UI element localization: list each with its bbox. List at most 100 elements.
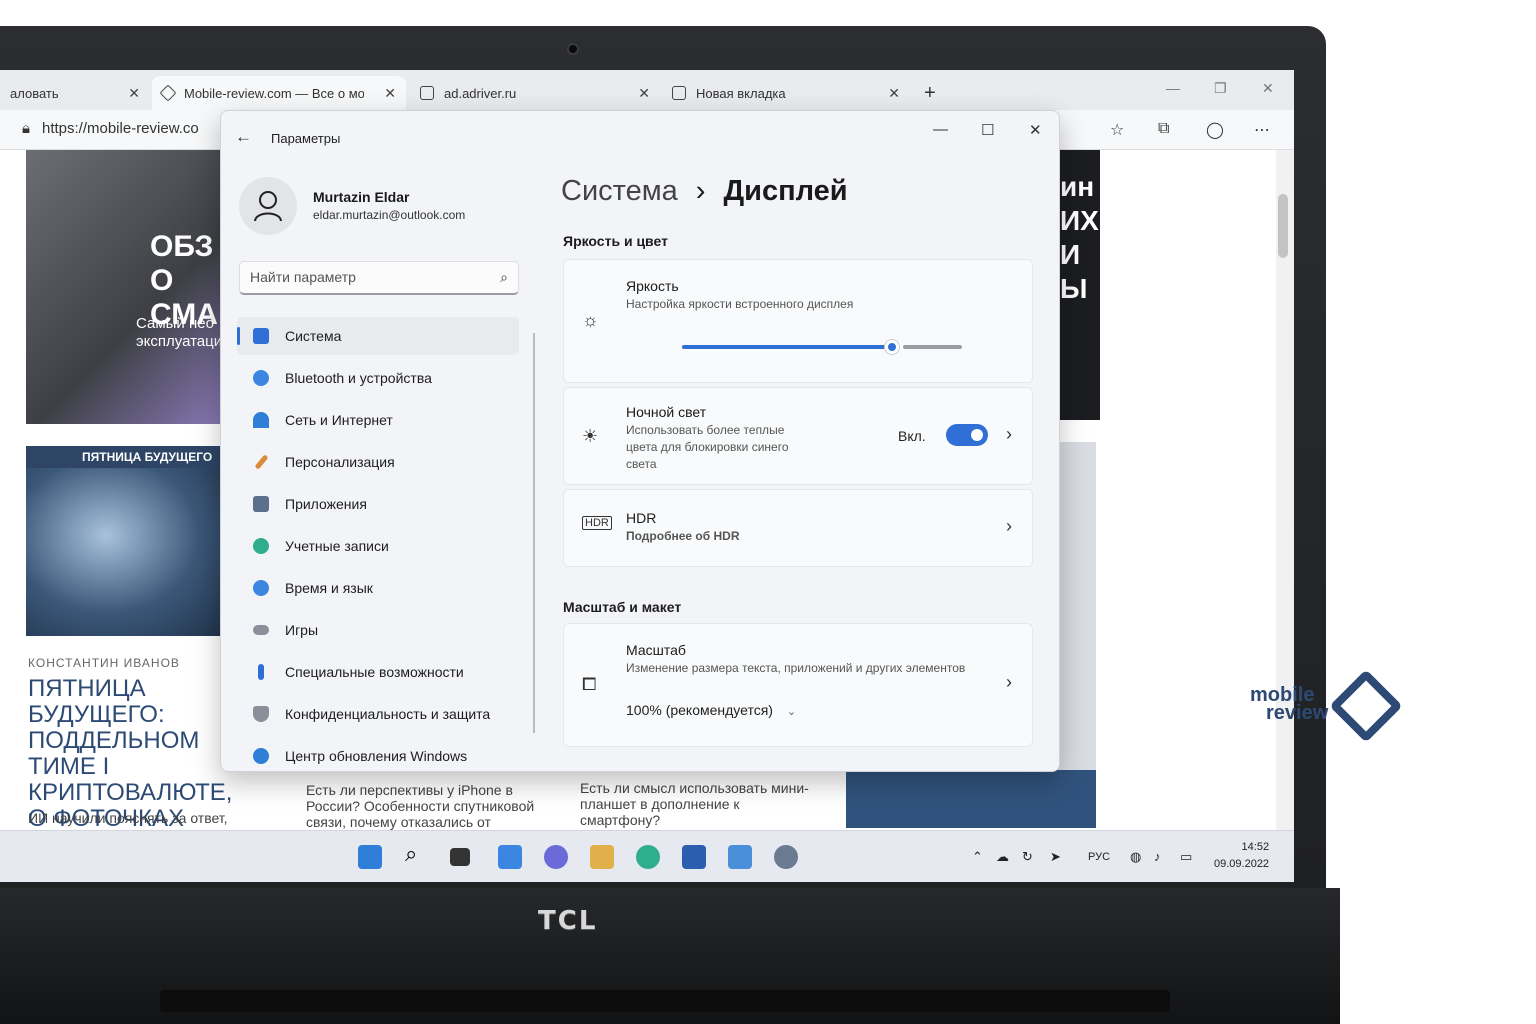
nav-item-accounts[interactable]: Учетные записи [237,527,519,565]
article-author[interactable]: КОНСТАНТИН ИВАНОВ [28,656,180,670]
new-tab-favicon-icon [672,86,686,100]
volume-icon[interactable]: ♪ [1154,849,1161,864]
mobile-review-favicon-icon [159,84,177,102]
close-icon[interactable]: ✕ [384,85,396,102]
language-indicator[interactable]: РУС [1088,851,1110,863]
search-icon[interactable]: ⌕ [405,841,429,866]
nav-item-personalization[interactable]: Персонализация [237,443,519,481]
nav-item-windows-update[interactable]: Центр обновления Windows [237,737,519,771]
restore-icon[interactable]: ❐ [1214,80,1227,97]
scale-card[interactable]: ⧠ Масштаб Изменение размера текста, прил… [563,623,1033,747]
favorites-icon[interactable]: ☆ [1110,120,1124,140]
nav-label: Игры [285,622,319,638]
chevron-up-icon[interactable]: ⌃ [972,849,983,865]
task-view-icon[interactable] [450,848,470,866]
photos-icon[interactable] [728,845,752,869]
url-text: https://mobile-review.co [41,120,199,137]
search-icon[interactable]: ⌕ [500,269,508,286]
user-icon [254,191,282,222]
nav-item-privacy[interactable]: Конфиденциальность и защита [237,695,519,733]
keyboard-image[interactable] [846,770,1096,828]
chevron-right-icon[interactable]: › [1006,424,1012,445]
close-icon[interactable]: ✕ [888,85,900,102]
nav-item-time-language[interactable]: Время и язык [237,569,519,607]
nav-label: Система [285,328,342,344]
brightness-desc: Настройка яркости встроенного дисплея [626,297,854,311]
search-input[interactable] [250,269,480,285]
user-email: eldar.murtazin@outlook.com [313,208,466,222]
watermark-text: mobile review [1250,685,1328,723]
brightness-slider-thumb[interactable] [885,340,899,354]
settings-nav: Система Bluetooth и устройства Сеть и Ин… [237,317,519,771]
more-icon[interactable]: ⋯ [1254,120,1270,140]
minimize-icon[interactable]: — [1166,80,1180,96]
nav-item-system[interactable]: Система [237,317,519,355]
clock[interactable]: 14:52 09.09.2022 [1214,839,1269,873]
settings-search[interactable]: ⌕ [239,261,519,295]
scale-dropdown[interactable]: 100% (рекомендуется) ⌄ [626,702,796,718]
location-icon[interactable]: ➤ [1050,849,1061,865]
browser-tabbar: аловать ✕ Mobile-review.com — Все о мо ✕… [0,70,1294,110]
close-icon[interactable]: ✕ [128,85,140,102]
back-arrow-icon[interactable]: ← [235,127,252,147]
window-title: Параметры [271,131,341,146]
store-icon[interactable] [682,845,706,869]
collections-icon[interactable]: ⧉ [1158,120,1169,138]
new-tab-button[interactable]: + [914,76,944,110]
user-name: Murtazin Eldar [313,189,410,205]
chevron-right-icon[interactable]: › [1006,516,1012,537]
file-explorer-icon[interactable] [590,845,614,869]
hdr-card[interactable]: HDR HDR Подробнее об HDR › [563,489,1033,567]
scale-title: Масштаб [626,642,686,658]
profile-icon[interactable]: ◯ [1206,120,1224,140]
toggle-state-label: Вкл. [898,428,926,444]
nav-item-network[interactable]: Сеть и Интернет [237,401,519,439]
nav-label: Сеть и Интернет [285,412,393,428]
minimize-icon[interactable]: — [933,121,948,138]
maximize-icon[interactable]: ☐ [981,121,994,139]
nav-item-bluetooth[interactable]: Bluetooth и устройства [237,359,519,397]
night-light-icon: ☀ [582,426,599,446]
article-snippet[interactable]: ИИ научили пояснять за ответ, [28,810,258,826]
nav-scrollbar[interactable] [533,333,535,733]
breadcrumb-parent[interactable]: Система [561,175,678,208]
scrollbar-thumb[interactable] [1278,194,1288,258]
side-advert[interactable]: ин ИХ И Ы [1056,150,1100,420]
hdr-link[interactable]: Подробнее об HDR [626,528,740,545]
apps-icon [253,496,269,512]
tab-label: ad.adriver.ru [444,85,517,101]
browser-tab[interactable]: ad.adriver.ru ✕ [410,76,660,110]
section-heading: Яркость и цвет [563,233,668,249]
avatar[interactable] [239,177,297,235]
close-icon[interactable]: ✕ [638,85,650,102]
laptop-brand-logo: TCL [538,906,598,936]
sync-icon[interactable]: ↻ [1022,849,1033,865]
browser-tab-active[interactable]: Mobile-review.com — Все о мо ✕ [152,76,406,110]
night-light-toggle[interactable] [946,424,988,446]
widgets-icon[interactable] [498,845,522,869]
article-snippet[interactable]: Есть ли перспективы у iPhone в России? О… [306,782,554,830]
night-light-card[interactable]: ☀ Ночной свет Использовать более теплые … [563,387,1033,485]
settings-window: ← Параметры — ☐ ✕ Murtazin Eldar eldar.m… [220,110,1060,772]
globe-icon[interactable]: ◍ [1130,849,1141,865]
settings-gear-icon[interactable] [774,845,798,869]
battery-icon[interactable]: ▭ [1180,849,1192,865]
edge-icon[interactable] [636,845,660,869]
nav-item-apps[interactable]: Приложения [237,485,519,523]
browser-tab[interactable]: Новая вкладка ✕ [662,76,910,110]
chat-icon[interactable] [544,845,568,869]
close-icon[interactable]: ✕ [1029,121,1042,139]
url-field[interactable]: 🔒︎ https://mobile-review.co [22,120,199,137]
clock-date: 09.09.2022 [1214,858,1270,870]
nav-item-accessibility[interactable]: Специальные возможности [237,653,519,691]
article-snippet[interactable]: Есть ли смысл использовать мини-планшет … [580,780,820,828]
browser-tab[interactable]: аловать ✕ [0,76,150,110]
close-icon[interactable]: ✕ [1262,80,1274,97]
article-image[interactable] [26,468,226,636]
nav-item-gaming[interactable]: Игры [237,611,519,649]
start-icon[interactable] [358,845,382,869]
chevron-right-icon[interactable]: › [1006,672,1012,693]
night-light-title: Ночной свет [626,404,707,420]
brightness-slider-track[interactable] [903,345,962,349]
cloud-icon[interactable]: ☁ [996,849,1009,865]
